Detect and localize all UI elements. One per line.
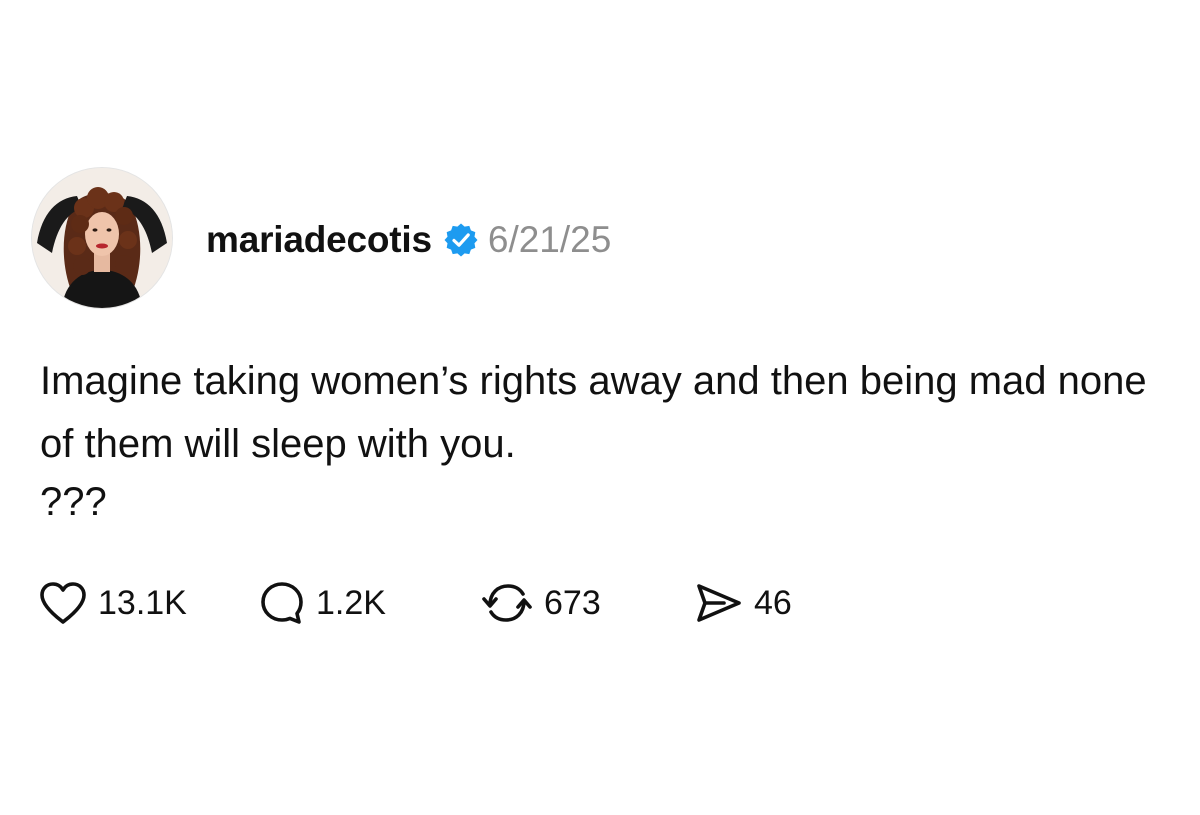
- repost-count: 673: [544, 583, 601, 622]
- comment-bubble-icon: [261, 582, 303, 624]
- verified-badge-icon: [443, 222, 479, 258]
- comment-count: 1.2K: [316, 583, 386, 622]
- repost-icon: [482, 584, 532, 622]
- like-count: 13.1K: [98, 583, 187, 622]
- share-count: 46: [754, 583, 792, 622]
- username[interactable]: mariadecotis: [206, 219, 432, 261]
- like-button[interactable]: 13.1K: [38, 580, 258, 626]
- action-bar: 13.1K 1.2K 673 46: [38, 575, 792, 631]
- share-button[interactable]: 46: [694, 580, 792, 626]
- avatar[interactable]: [32, 168, 172, 308]
- avatar-portrait-icon: [32, 168, 172, 308]
- post-header: mariadecotis 6/21/25: [206, 216, 611, 264]
- post-card: mariadecotis 6/21/25 Imagine taking wome…: [0, 0, 1200, 815]
- send-icon: [697, 584, 741, 622]
- heart-icon: [40, 582, 86, 624]
- post-text-secondary: ???: [40, 480, 107, 524]
- repost-button[interactable]: 673: [480, 579, 694, 627]
- post-date[interactable]: 6/21/25: [488, 219, 611, 261]
- comment-button[interactable]: 1.2K: [258, 579, 480, 627]
- post-text: Imagine taking women’s rights away and t…: [40, 359, 1147, 466]
